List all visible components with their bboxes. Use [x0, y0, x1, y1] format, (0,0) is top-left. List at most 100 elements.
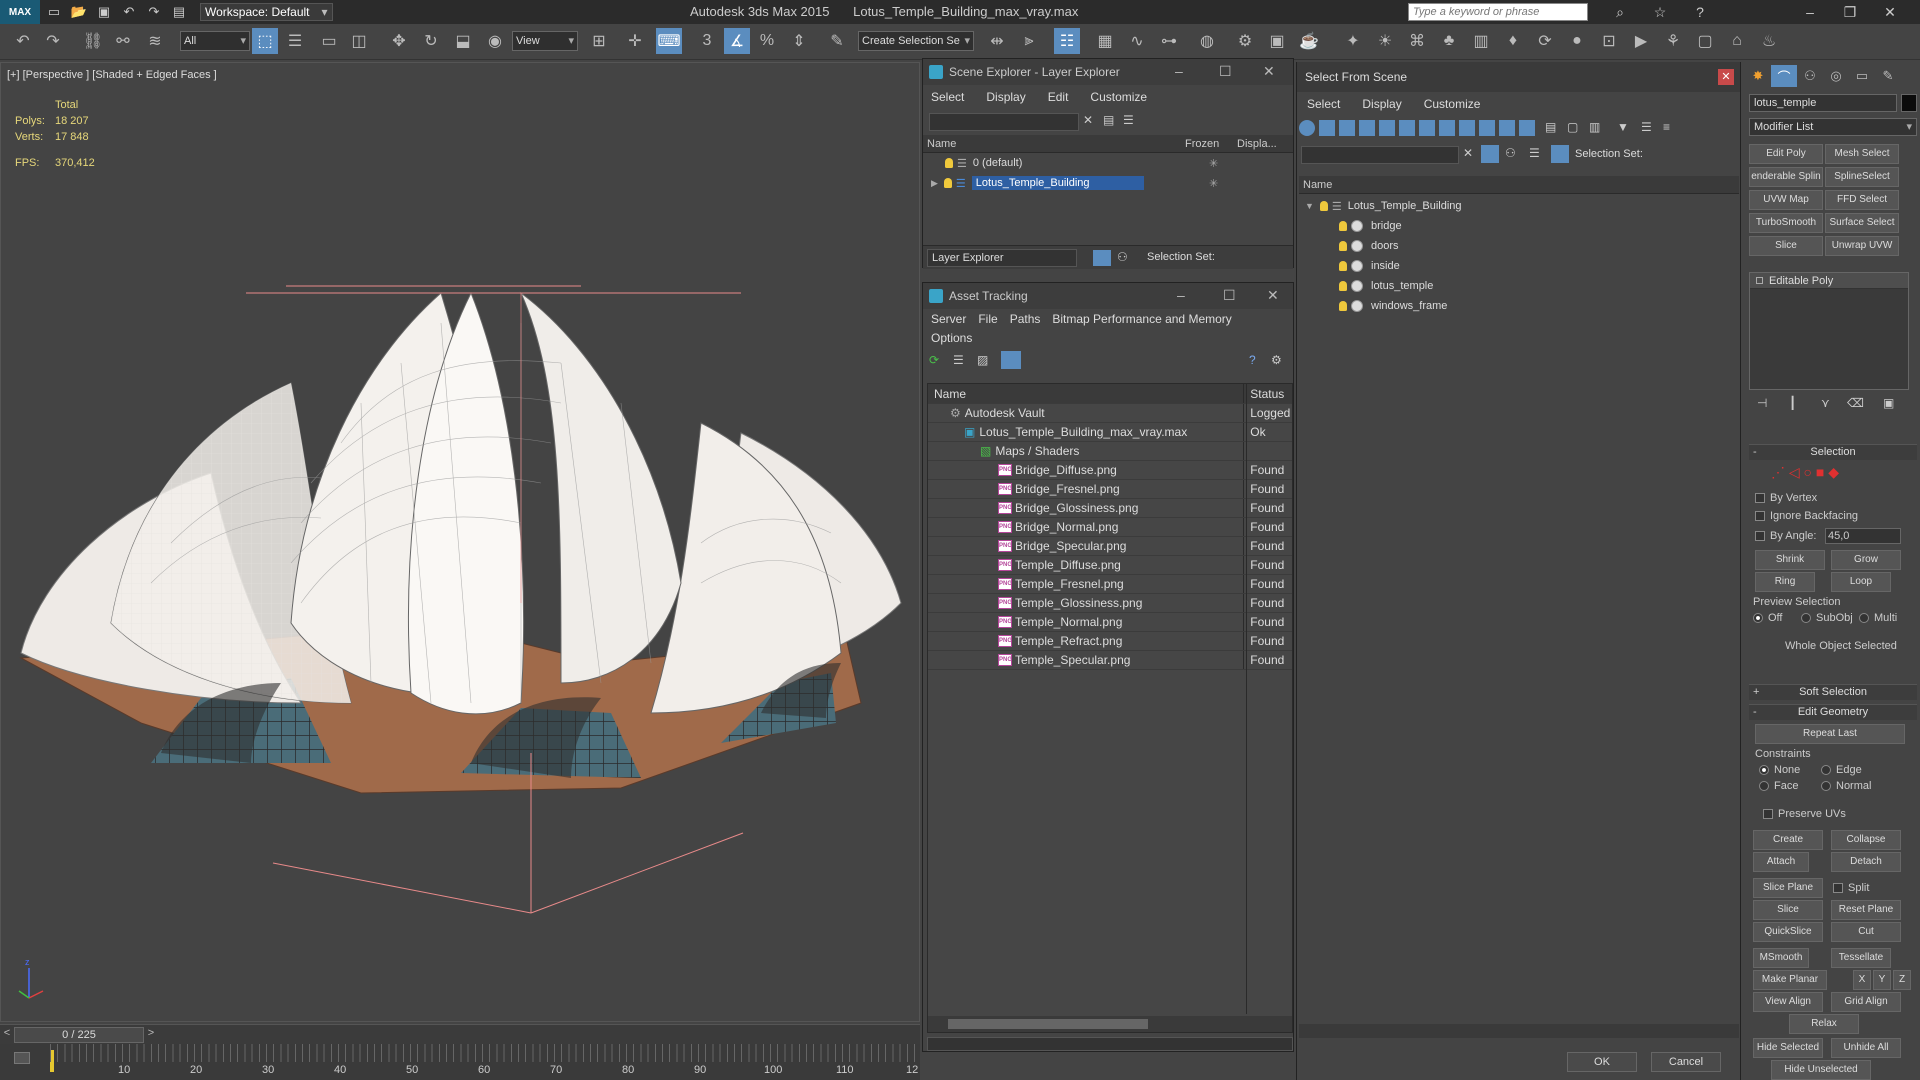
maximize-icon[interactable]: ☐ — [1219, 63, 1232, 80]
reference-coord-dropdown[interactable]: View — [512, 31, 578, 51]
dog-icon[interactable]: ⚘ — [1660, 28, 1686, 54]
col-name[interactable]: Name — [928, 384, 1245, 403]
collapse-button[interactable]: Collapse — [1831, 830, 1901, 850]
tree-horizontal-scrollbar[interactable] — [1299, 1024, 1739, 1038]
pin-stack-icon[interactable]: ⊣ — [1757, 396, 1767, 410]
menu-select[interactable]: Select — [931, 90, 964, 104]
angle-snap-icon[interactable]: ∡ — [724, 28, 750, 54]
attach-button[interactable]: Attach — [1753, 852, 1809, 872]
app-logo[interactable]: MAX — [0, 0, 40, 24]
visibility-bulb-icon[interactable] — [943, 178, 952, 188]
preview-off-radio[interactable]: Off — [1753, 612, 1782, 624]
modifier-stack-item[interactable]: Editable Poly — [1750, 273, 1908, 289]
named-selection-dropdown[interactable]: Create Selection Se — [858, 31, 974, 51]
layers-icon[interactable]: ☰ — [1123, 113, 1134, 127]
maximize-icon[interactable]: ☐ — [1223, 287, 1236, 304]
utilities-tab-icon[interactable]: ✎ — [1875, 65, 1901, 87]
new-file-icon[interactable]: ▭ — [43, 2, 65, 22]
collapse-all-icon[interactable]: ≡ — [1663, 120, 1670, 134]
select-manipulate-icon[interactable]: ✛ — [622, 28, 648, 54]
menu-display[interactable]: Display — [986, 90, 1025, 104]
subobject-icons[interactable]: ⋰ ◁ ○ ■ ◆ — [1771, 464, 1839, 481]
remove-modifier-icon[interactable]: ⌫ — [1847, 396, 1864, 410]
cut-button[interactable]: Cut — [1831, 922, 1901, 942]
modify-tab-icon[interactable]: ⌒ — [1771, 65, 1797, 87]
pivot-icon[interactable]: ⊞ — [586, 28, 612, 54]
object-color-swatch[interactable] — [1901, 94, 1917, 112]
modifier-list-dropdown[interactable]: Modifier List ▾ — [1749, 118, 1917, 136]
filter-cameras-icon[interactable] — [1359, 120, 1375, 136]
hierarchy-toggle-icon[interactable] — [1551, 145, 1569, 163]
slice-modifier-button[interactable]: Slice — [1749, 236, 1823, 256]
frozen-icon[interactable]: ✳ — [1209, 177, 1218, 190]
layer-explorer-icon[interactable]: ☷ — [1054, 28, 1080, 54]
perspective-viewport[interactable]: z [+] [Perspective ] [Shaded + Edged Fac… — [0, 62, 920, 1022]
render-setup-icon[interactable]: ⚙ — [1232, 28, 1258, 54]
help-icon[interactable]: ? — [1680, 0, 1720, 24]
close-icon[interactable]: ✕ — [1263, 63, 1275, 80]
hierarchy-view-icon[interactable]: ☰ — [1641, 120, 1652, 134]
visibility-bulb-icon[interactable] — [945, 158, 953, 168]
hierarchy-icon[interactable]: ⚇ — [1117, 250, 1128, 264]
object-name-field[interactable]: lotus_temple — [1749, 94, 1897, 112]
ok-button[interactable]: OK — [1567, 1052, 1637, 1072]
show-end-result-icon[interactable]: ┃ — [1789, 396, 1796, 410]
invert-display-icon[interactable]: ▥ — [1589, 120, 1600, 134]
select-children-icon[interactable]: ⚇ — [1505, 146, 1516, 160]
menu-customize[interactable]: Customize — [1090, 90, 1147, 104]
sphere-icon[interactable]: ● — [1564, 28, 1590, 54]
by-vertex-checkbox[interactable]: By Vertex — [1755, 492, 1817, 504]
menu-edit[interactable]: Edit — [1048, 90, 1069, 104]
workspace-dropdown[interactable]: Workspace: Default — [200, 3, 333, 21]
menu-select[interactable]: Select — [1307, 97, 1340, 111]
tree-object-row[interactable]: windows_frame — [1299, 296, 1739, 316]
hierarchy-tab-icon[interactable]: ⚇ — [1797, 65, 1823, 87]
selection-rollout[interactable]: - Selection — [1749, 444, 1917, 460]
lamp-icon[interactable]: ♨ — [1756, 28, 1782, 54]
layers-icon[interactable]: ☰ — [1529, 146, 1540, 160]
col-name[interactable]: Name — [923, 138, 1185, 150]
frame-icon[interactable]: ▢ — [1692, 28, 1718, 54]
tree-object-row[interactable]: lotus_temple — [1299, 276, 1739, 296]
layer-row-lotus[interactable]: ▶ ☰ Lotus_Temple_Building ✳ — [923, 173, 1293, 193]
save-file-icon[interactable]: ▣ — [93, 2, 115, 22]
filter-frozen-icon[interactable] — [1499, 120, 1515, 136]
film-icon[interactable]: ▶ — [1628, 28, 1654, 54]
undo-icon[interactable]: ↶ — [10, 28, 36, 54]
slice-button[interactable]: Slice — [1753, 900, 1823, 920]
loop-button[interactable]: Loop — [1831, 572, 1891, 592]
motion-tab-icon[interactable]: ◎ — [1823, 65, 1849, 87]
reset-plane-button[interactable]: Reset Plane — [1831, 900, 1901, 920]
curve-editor-icon[interactable]: ∿ — [1124, 28, 1150, 54]
keyword-search-input[interactable]: Type a keyword or phrase — [1408, 3, 1588, 21]
grow-button[interactable]: Grow — [1831, 550, 1901, 570]
table-view-icon[interactable] — [1001, 351, 1021, 369]
planar-z-button[interactable]: Z — [1893, 970, 1911, 990]
filter-lights-icon[interactable] — [1339, 120, 1355, 136]
asset-row[interactable]: PNG Bridge_Fresnel.png Found — [928, 480, 1292, 499]
window-crossing-icon[interactable]: ◫ — [346, 28, 372, 54]
msmooth-button[interactable]: MSmooth — [1753, 948, 1809, 968]
time-slider[interactable]: < 0 / 225 > — [0, 1024, 920, 1044]
visibility-bulb-icon[interactable] — [1339, 281, 1347, 291]
sofa-icon[interactable]: ⌂ — [1724, 28, 1750, 54]
asset-row[interactable]: PNG Bridge_Normal.png Found — [928, 518, 1292, 537]
time-slider-knob[interactable]: 0 / 225 — [14, 1027, 144, 1043]
visibility-bulb-icon[interactable] — [1319, 201, 1328, 211]
asset-row[interactable]: PNG Temple_Refract.png Found — [928, 632, 1292, 651]
clear-search-icon[interactable]: ✕ — [1463, 146, 1473, 160]
scale-icon[interactable]: ⬓ — [450, 28, 476, 54]
hide-unselected-button[interactable]: Hide Unselected — [1771, 1060, 1871, 1080]
tree-object-row[interactable]: doors — [1299, 236, 1739, 256]
redo-quick-icon[interactable]: ↷ — [143, 2, 165, 22]
undo-quick-icon[interactable]: ↶ — [118, 2, 140, 22]
snaps-toggle-icon[interactable]: 3 — [694, 28, 720, 54]
select-dependents-icon[interactable] — [1481, 145, 1499, 163]
scrollbar-thumb[interactable] — [948, 1019, 1148, 1029]
asset-horizontal-scrollbar[interactable] — [928, 1016, 1292, 1032]
visibility-bulb-icon[interactable] — [1339, 301, 1347, 311]
asset-row[interactable]: PNG Temple_Specular.png Found — [928, 651, 1292, 670]
relax-button[interactable]: Relax — [1789, 1014, 1859, 1034]
menu-server[interactable]: Server — [931, 312, 966, 326]
tree-object-row[interactable]: bridge — [1299, 216, 1739, 236]
